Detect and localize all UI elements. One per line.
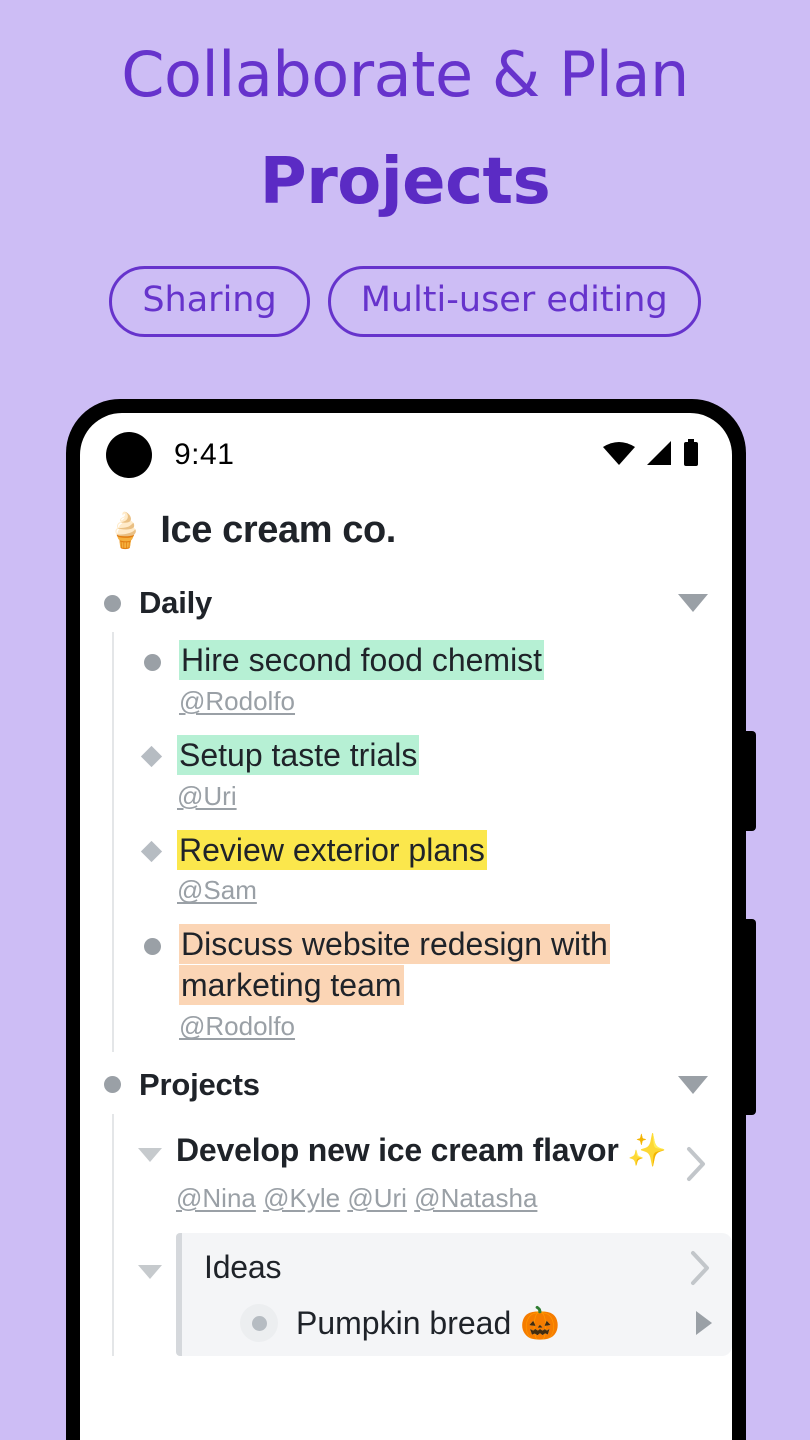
task-mentions: @Sam <box>177 874 708 908</box>
task-body: Hire second food chemist @Rodolfo <box>179 640 708 719</box>
section-label-daily: Daily <box>139 585 213 620</box>
card-list-item[interactable]: Pumpkin bread 🎃 <box>204 1304 712 1356</box>
phone-screen: 9:41 🍦 Ice cream co. Daily Hire second f… <box>80 413 732 1440</box>
power-button[interactable] <box>746 919 756 1115</box>
bullet-dot-icon[interactable] <box>144 654 161 671</box>
ice-cream-icon: 🍦 <box>104 511 147 550</box>
mention-natasha[interactable]: @Natasha <box>414 1183 537 1213</box>
task-mentions: @Rodolfo <box>179 685 708 719</box>
wifi-icon <box>602 440 636 471</box>
chevron-right-icon[interactable] <box>686 1146 708 1182</box>
task-row[interactable]: Setup taste trials @Uri <box>114 727 732 822</box>
mention-uri[interactable]: @Uri <box>347 1183 407 1213</box>
chevron-down-icon[interactable] <box>678 1075 708 1094</box>
chevron-down-icon[interactable] <box>138 1147 162 1162</box>
task-title: Setup taste trials <box>177 734 420 775</box>
bullet-ring-icon[interactable] <box>240 1304 278 1343</box>
mention-uri[interactable]: @Uri <box>177 781 237 811</box>
bullet-dot-icon[interactable] <box>104 1076 121 1094</box>
project-body: Develop new ice cream flavor ✨ @Nina @Ky… <box>176 1130 674 1215</box>
task-title: Review exterior plans <box>177 829 487 870</box>
mention-sam[interactable]: @Sam <box>177 875 257 905</box>
task-body: Review exterior plans @Sam <box>177 829 708 909</box>
mention-nina[interactable]: @Nina <box>176 1183 256 1213</box>
idea-card: Ideas Pumpkin bread 🎃 <box>176 1233 732 1357</box>
project-row[interactable]: Develop new ice cream flavor ✨ @Nina @Ky… <box>114 1114 732 1219</box>
chevron-right-triangle-icon[interactable] <box>696 1311 712 1336</box>
document-body: 🍦 Ice cream co. Daily Hire second food c… <box>80 497 732 1357</box>
mention-rodolfo[interactable]: @Rodolfo <box>179 686 295 716</box>
chevron-down-icon[interactable] <box>138 1265 162 1280</box>
mention-rodolfo[interactable]: @Rodolfo <box>179 1011 295 1041</box>
task-body: Discuss website redesign with marketing … <box>179 924 708 1044</box>
section-header-daily[interactable]: Daily <box>80 574 732 632</box>
section-label-projects: Projects <box>139 1066 260 1102</box>
bullet-dot-icon[interactable] <box>144 938 161 956</box>
task-title: Hire second food chemist <box>179 640 545 680</box>
battery-icon <box>682 438 700 472</box>
front-camera-icon <box>106 432 152 478</box>
chevron-right-icon[interactable] <box>690 1250 712 1286</box>
task-body: Setup taste trials @Uri <box>177 734 708 814</box>
task-row[interactable]: Review exterior plans @Sam <box>114 822 732 917</box>
bullet-dot-icon[interactable] <box>104 594 121 612</box>
status-bar-clock: 9:41 <box>174 438 235 471</box>
card-list-item-label: Pumpkin bread 🎃 <box>296 1305 560 1342</box>
task-row[interactable]: Hire second food chemist @Rodolfo <box>114 632 732 727</box>
task-mentions: @Uri <box>177 780 708 814</box>
status-bar-icons <box>602 438 700 472</box>
mention-kyle[interactable]: @Kyle <box>263 1183 340 1213</box>
cellular-signal-icon <box>645 440 673 471</box>
card-title: Ideas <box>204 1249 282 1286</box>
card-header[interactable]: Ideas <box>204 1249 712 1286</box>
section-children-daily: Hire second food chemist @Rodolfo Setup … <box>112 632 732 1052</box>
document-title: Ice cream co. <box>160 509 396 551</box>
project-mentions: @Nina @Kyle @Uri @Natasha <box>176 1182 674 1216</box>
task-mentions: @Rodolfo <box>179 1010 708 1044</box>
section-children-projects: Develop new ice cream flavor ✨ @Nina @Ky… <box>112 1113 732 1357</box>
bullet-diamond-icon[interactable] <box>140 840 163 862</box>
feature-pill-multi-user-editing[interactable]: Multi-user editing <box>327 266 701 337</box>
document-title-row[interactable]: 🍦 Ice cream co. <box>80 509 732 552</box>
task-row[interactable]: Discuss website redesign with marketing … <box>114 916 732 1052</box>
task-title: Discuss website redesign with marketing … <box>179 924 610 1006</box>
section-header-projects[interactable]: Projects <box>80 1056 732 1114</box>
promo-header: Collaborate & Plan Projects Sharing Mult… <box>0 0 810 337</box>
project-title: Develop new ice cream flavor ✨ <box>176 1131 667 1168</box>
card-wrap: Ideas Pumpkin bread 🎃 <box>138 1233 732 1357</box>
volume-button[interactable] <box>746 731 756 831</box>
status-bar: 9:41 <box>80 413 732 497</box>
chevron-down-icon[interactable] <box>678 594 708 612</box>
phone-mockup: 9:41 🍦 Ice cream co. Daily Hire second f… <box>66 399 756 1440</box>
bullet-diamond-icon[interactable] <box>140 745 163 767</box>
promo-headline-line2: Projects <box>259 145 551 219</box>
feature-pill-sharing[interactable]: Sharing <box>109 266 310 337</box>
promo-feature-pills: Sharing Multi-user editing <box>0 266 810 337</box>
promo-headline-line1: Collaborate & Plan <box>121 38 689 111</box>
